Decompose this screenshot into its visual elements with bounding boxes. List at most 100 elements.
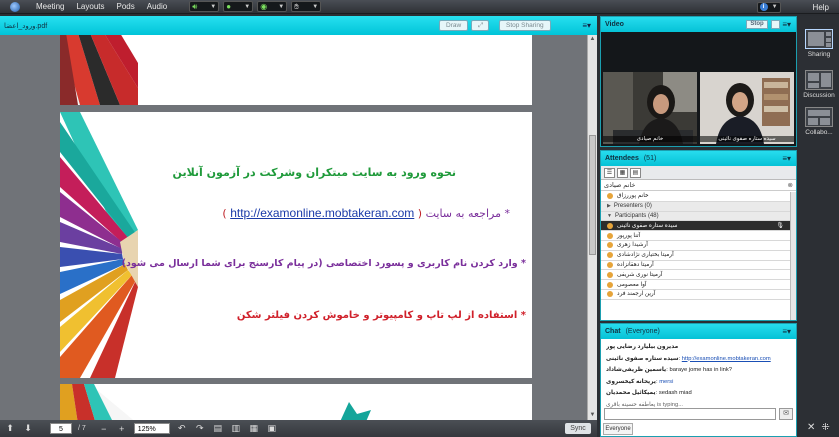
next-page-icon[interactable]: ⬇ bbox=[22, 423, 34, 434]
menu-audio[interactable]: Audio bbox=[141, 0, 173, 14]
scroll-up-icon[interactable]: ▲ bbox=[588, 35, 597, 44]
chevron-down-icon: ▼ bbox=[607, 212, 612, 219]
scroll-down-icon[interactable]: ▼ bbox=[588, 411, 597, 420]
page-number-input[interactable]: 5 bbox=[50, 423, 72, 434]
chevron-down-icon: ▼ bbox=[312, 3, 319, 10]
chevron-down-icon: ▼ bbox=[278, 3, 285, 10]
list-item[interactable]: خانم پوررزاق bbox=[601, 192, 796, 202]
chat-input[interactable] bbox=[604, 408, 776, 420]
pod-menu-icon[interactable]: ≡▾ bbox=[782, 154, 791, 163]
hide-toolbar-icon[interactable]: ▣ bbox=[266, 423, 278, 434]
speaker-button[interactable]: 🔊︎ ▼ bbox=[189, 1, 220, 12]
sync-button[interactable]: Sync bbox=[565, 423, 591, 434]
list-item[interactable]: آرمیتا بختیاری نژادشادی bbox=[601, 251, 796, 261]
menu-pods[interactable]: Pods bbox=[111, 0, 141, 14]
attendee-self-row[interactable]: خانم صیادی ⊗ bbox=[601, 180, 796, 191]
chat-pod-header: Chat (Everyone) ≡▾ bbox=[601, 324, 796, 339]
list-item[interactable]: آتنا پورپور bbox=[601, 231, 796, 241]
rotate-right-icon[interactable]: ↷ bbox=[194, 423, 206, 434]
attendees-pod-header: Attendees (51) ≡▾ bbox=[601, 151, 796, 166]
person-icon bbox=[607, 232, 613, 239]
bird-illustration bbox=[340, 402, 371, 420]
zoom-in-icon[interactable]: + bbox=[116, 424, 128, 434]
stop-video-button[interactable]: Stop bbox=[746, 20, 768, 29]
webcam-button[interactable]: ◉ ▼ bbox=[257, 1, 288, 12]
microphone-button[interactable]: ● ▼ bbox=[223, 1, 254, 12]
stop-sharing-button[interactable]: Stop Sharing bbox=[499, 20, 551, 31]
fit-page-icon[interactable]: ▤ bbox=[212, 423, 224, 434]
video-pod-header: Video Stop ≡▾ bbox=[601, 17, 796, 32]
list-item[interactable]: آرین ارجمند فرد bbox=[601, 290, 796, 300]
attendee-scrollbar[interactable] bbox=[790, 192, 796, 320]
speaker-icon: 🔊︎ bbox=[192, 1, 198, 11]
video-area: خانم صیادی سیده ستاره صفوی نائینی bbox=[601, 32, 796, 146]
status-view-icon[interactable]: ▤ bbox=[630, 167, 641, 178]
presenters-group[interactable]: ▶ Presenters (0) bbox=[601, 201, 796, 212]
document-toolbar: ⬆ ⬇ 5 / 7 − + 125% ↶ ↷ ▤ ▥ ▦ ▣ Sync bbox=[0, 420, 597, 437]
zoom-out-icon[interactable]: − bbox=[98, 424, 110, 434]
chat-tab-everyone[interactable]: Everyone bbox=[603, 423, 633, 435]
pod-menu-icon[interactable]: ≡▾ bbox=[582, 21, 591, 30]
previous-page-icon[interactable]: ⬆ bbox=[4, 423, 16, 434]
layout-sharing[interactable]: Sharing bbox=[803, 29, 835, 58]
close-icon[interactable]: ✕ bbox=[807, 422, 815, 433]
raise-hand-button[interactable]: ✋︎ ▼ bbox=[291, 1, 322, 12]
add-layout-icon[interactable]: ⁜ bbox=[821, 422, 829, 433]
attendee-list: خانم پوررزاق ▶ Presenters (0) ▼ Participan… bbox=[601, 192, 796, 320]
chat-pod: Chat (Everyone) ≡▾ مدیرون بیلیارد رضایی … bbox=[600, 323, 797, 437]
video-settings-icon[interactable] bbox=[771, 20, 780, 29]
document-viewer[interactable]: نحوه ورود به سایت مبتکران وشرکت در آزمون… bbox=[0, 35, 597, 420]
attendees-toolbar: ☰ ▦ ▤ bbox=[601, 166, 796, 180]
microphone-icon: ● bbox=[226, 1, 232, 11]
fit-width-icon[interactable]: ▥ bbox=[230, 423, 242, 434]
layout-label: Collabo... bbox=[805, 129, 833, 136]
video-feed-right[interactable]: سیده ستاره صفوی نائینی bbox=[700, 72, 794, 144]
grid-view-icon[interactable]: ▦ bbox=[248, 423, 260, 434]
menu-layouts[interactable]: Layouts bbox=[70, 0, 110, 14]
list-item[interactable]: سیده ستاره صفوی نائینی 🎙︎ bbox=[601, 221, 796, 232]
chat-messages: مدیرون بیلیارد رضایی پور سیده ستاره صفوی… bbox=[601, 339, 796, 414]
layout-collaboration[interactable]: Collabo... bbox=[803, 107, 835, 136]
video-name-right: سیده ستاره صفوی نائینی bbox=[700, 136, 794, 142]
help-menu[interactable]: Help bbox=[803, 3, 839, 12]
pod-menu-icon[interactable]: ≡▾ bbox=[782, 20, 791, 29]
chat-title: Chat bbox=[605, 328, 621, 335]
webcam-feed-image bbox=[603, 72, 697, 144]
draw-button[interactable]: Draw bbox=[439, 20, 469, 31]
list-item[interactable]: آرشیدا زهری bbox=[601, 241, 796, 251]
list-view-icon[interactable]: ☰ bbox=[604, 167, 615, 178]
list-item[interactable]: آرمیتا نوری شریفی bbox=[601, 270, 796, 281]
raise-hand-icon: ✋︎ bbox=[294, 1, 299, 11]
pod-menu-icon[interactable]: ≡▾ bbox=[782, 327, 791, 336]
menu-meeting[interactable]: Meeting bbox=[30, 0, 70, 14]
document-page-current: نحوه ورود به سایت مبتکران وشرکت در آزمون… bbox=[60, 112, 532, 378]
document-page-previous bbox=[60, 35, 532, 105]
list-item[interactable]: آرمیتا دهقانزاده bbox=[601, 261, 796, 271]
chat-send-button[interactable]: ✉ bbox=[779, 408, 793, 420]
video-pod: Video Stop ≡▾ خانم صیادی سیده ستاره صفوی… bbox=[600, 16, 797, 147]
chat-message: یریحانه کیخسروی: mersi bbox=[606, 378, 674, 385]
slide-link[interactable]: http://examonline.mobtakeran.com bbox=[230, 206, 414, 220]
shared-filename: ورود_اعضا.pdf bbox=[4, 22, 48, 30]
slide-step-2: * وارد کردن نام کاربری و پسورد اختصاصی (… bbox=[121, 258, 526, 269]
layout-discussion[interactable]: Discussion bbox=[803, 70, 835, 99]
participants-group[interactable]: ▼ Participants (48) bbox=[601, 211, 796, 222]
grid-view-icon[interactable]: ▦ bbox=[617, 167, 628, 178]
fullscreen-button[interactable]: ⤢ bbox=[471, 20, 489, 31]
chevron-down-icon: ▼ bbox=[210, 3, 217, 10]
zoom-select[interactable]: 125% bbox=[133, 423, 170, 434]
layout-thumbnail bbox=[805, 70, 833, 90]
document-scrollbar[interactable]: ▲ ▼ bbox=[587, 35, 597, 420]
close-icon[interactable]: ⊗ bbox=[788, 181, 793, 189]
page-total: / 7 bbox=[78, 425, 86, 432]
chevron-down-icon: ▼ bbox=[244, 3, 251, 10]
document-page-next bbox=[60, 384, 532, 420]
layout-thumbnail bbox=[805, 107, 833, 127]
scrollbar-thumb[interactable] bbox=[589, 135, 596, 255]
rotate-left-icon[interactable]: ↶ bbox=[176, 423, 188, 434]
person-icon bbox=[607, 252, 613, 259]
list-item[interactable]: آوا معصومی bbox=[601, 280, 796, 290]
info-button[interactable]: i ▼ bbox=[756, 1, 781, 13]
pencils-illustration bbox=[60, 35, 138, 105]
video-feed-left[interactable]: خانم صیادی bbox=[603, 72, 697, 144]
